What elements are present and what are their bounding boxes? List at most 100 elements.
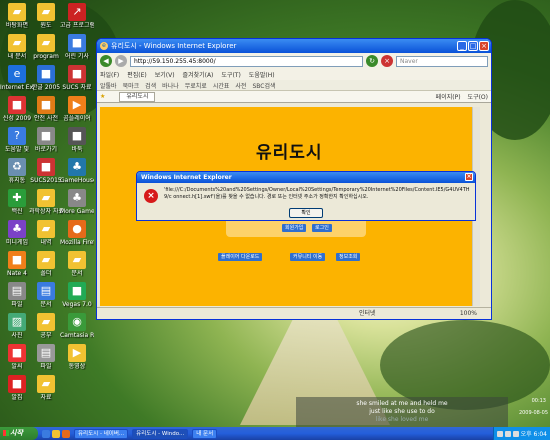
help-icon: ? — [8, 127, 26, 145]
desktop-icon[interactable]: ▶ 곰플레이어 — [60, 96, 94, 122]
ie-icon[interactable] — [42, 429, 50, 438]
address-bar[interactable]: http://59.150.255.45:8000/ — [130, 55, 363, 67]
desktop-icon[interactable]: ▰ 자료 — [29, 375, 63, 401]
dialog-close-button[interactable]: × — [465, 173, 473, 181]
desktop-icon[interactable]: ●Mozilla Firefox — [60, 220, 94, 246]
app-icon: ■ — [37, 96, 55, 114]
link-item[interactable]: 무료치료 — [185, 81, 207, 90]
desktop-icon[interactable]: ▰ 내역 — [29, 220, 63, 246]
desktop-icon[interactable]: ■ 바로가기 — [29, 127, 63, 153]
desktop-icon[interactable]: ▰ program — [29, 34, 63, 60]
desktop-icon[interactable]: ■ SUCS 자료 — [60, 65, 94, 91]
link-item[interactable]: 시간표 — [213, 81, 230, 90]
folder-icon: ▰ — [37, 189, 55, 207]
desktop-icon[interactable]: ▰ 문서 — [60, 251, 94, 277]
menu-item[interactable]: 도구(T) — [221, 70, 240, 79]
link-item[interactable]: 북마크 — [123, 81, 140, 90]
file-icon: ▤ — [37, 282, 55, 300]
forward-button[interactable]: ▶ — [115, 55, 127, 67]
favorites-star-icon[interactable]: ★ — [100, 93, 105, 100]
ok-button[interactable]: 확인 — [289, 208, 323, 218]
menu-item[interactable]: 즐겨찾기(A) — [183, 70, 214, 79]
desktop-icon[interactable]: ♣GameHouse Studios — [60, 158, 94, 184]
menu-item[interactable]: 보기(V) — [155, 70, 175, 79]
link-item[interactable]: 바나나 — [162, 81, 179, 90]
app-icon: ■ — [37, 127, 55, 145]
community-link[interactable]: 커뮤니티 이동 — [290, 253, 326, 261]
desktop-icon-label: 문서 — [71, 270, 83, 277]
desktop-icon[interactable]: ◉Camtasia Recorder — [60, 313, 94, 339]
desktop-icon[interactable]: ■ 안전 사전 — [29, 96, 63, 122]
start-label: 시작 — [10, 429, 23, 437]
info-link[interactable]: 정보조회 — [336, 253, 361, 261]
player-download-link[interactable]: 플레이어 다운로드 — [218, 253, 263, 261]
app-icon: ■ — [8, 375, 26, 393]
taskbar-button[interactable]: 유리도시 - Windo... — [132, 428, 189, 439]
network-icon[interactable] — [496, 430, 503, 437]
menu-item[interactable]: 도움말(H) — [249, 70, 275, 79]
ie-title-bar[interactable]: e 유리도시 - Windows Internet Explorer _ □ × — [97, 39, 491, 53]
desktop-icon-label: 폴더 — [40, 270, 52, 277]
zoom-level[interactable]: 100% — [460, 308, 477, 319]
desktop-icon[interactable]: ■ 한글 2005 — [29, 65, 63, 91]
app-icon: ■ — [68, 34, 86, 52]
folder-icon[interactable] — [52, 429, 60, 438]
stop-button[interactable]: × — [381, 55, 393, 67]
desktop-icon[interactable]: ▤ 파일 — [29, 344, 63, 370]
taskbar-button[interactable]: 유리도시 - 네이버... — [74, 428, 129, 439]
firefox-icon[interactable] — [62, 429, 70, 438]
toolbar-item[interactable]: 도구(O) — [468, 92, 488, 101]
desktop-icon-label: Vegas 7.0 — [62, 301, 92, 308]
desktop-icon[interactable]: ♣More Games at — [60, 189, 94, 215]
desktop-icon[interactable]: ↗ 고급 프로그램 — [60, 3, 94, 29]
error-dialog[interactable]: Windows Internet Explorer × × 'file:///C… — [136, 171, 476, 221]
file-icon: ▤ — [37, 344, 55, 362]
tab-yurido[interactable]: 유리도시 — [119, 91, 156, 102]
desktop-icon-label: 곰플레이어 — [63, 115, 91, 122]
maximize-button[interactable]: □ — [468, 41, 478, 51]
minimize-button[interactable]: _ — [457, 41, 467, 51]
dialog-title: Windows Internet Explorer × — [137, 172, 475, 183]
back-button[interactable]: ◀ — [100, 55, 112, 67]
desktop-icon[interactable]: ■ Vegas 7.0 — [60, 282, 94, 308]
link-item[interactable]: 검색 — [145, 81, 156, 90]
signup-button[interactable]: 회원가입 — [282, 224, 307, 232]
login-button[interactable]: 로그인 — [312, 224, 332, 232]
menu-item[interactable]: 파일(F) — [100, 70, 119, 79]
folder-icon: ▰ — [37, 3, 55, 21]
desktop-icon[interactable]: ■ 어린 기사 — [60, 34, 94, 60]
antivirus-icon[interactable] — [512, 430, 519, 437]
desktop-icon-label: 고급 프로그램 — [60, 22, 94, 29]
link-item[interactable]: 알툴바 — [100, 81, 117, 90]
desktop-icon-label: SUCS2015 — [30, 177, 62, 184]
close-button[interactable]: × — [479, 41, 489, 51]
desktop-icon-label: 바둑 — [71, 146, 83, 153]
desktop-icon[interactable]: ▰ 과학상자 자료 — [29, 189, 63, 215]
desktop-icon[interactable]: ▰ 공부 — [29, 313, 63, 339]
start-button[interactable]: 시작 — [0, 427, 38, 440]
link-item[interactable]: SBC검색 — [252, 81, 275, 90]
menu-bar: 파일(F) 편집(E) 보기(V) 즐겨찾기(A) 도구(T) 도움말(H) — [97, 69, 491, 80]
links-bar: 알툴바 북마크 검색 바나나 무료치료 시간표 사전 SBC검색 — [97, 80, 491, 91]
app-icon: ■ — [68, 282, 86, 300]
toolbar-item[interactable]: 페이지(P) — [436, 92, 461, 101]
app-icon: ■ — [68, 65, 86, 83]
menu-item[interactable]: 편집(E) — [127, 70, 147, 79]
desktop-icon[interactable]: ▰ 원도 — [29, 3, 63, 29]
clock: 오후 6:04 — [520, 431, 547, 438]
recorder-icon: ◉ — [68, 313, 86, 331]
game-icon: ♣ — [8, 220, 26, 238]
desktop-icon[interactable]: ■ 바둑 — [60, 127, 94, 153]
desktop-icon[interactable]: ■ SUCS2015 — [29, 158, 63, 184]
desktop-icon[interactable]: ▰ 폴더 — [29, 251, 63, 277]
ie-title: 유리도시 - Windows Internet Explorer — [111, 42, 237, 50]
search-input[interactable]: Naver — [396, 55, 488, 67]
app-icon: ■ — [8, 96, 26, 114]
volume-icon[interactable] — [504, 430, 511, 437]
taskbar-button[interactable]: 내 문서 — [192, 428, 218, 439]
desktop-icon[interactable]: ▶ 동영상 — [60, 344, 94, 370]
link-item[interactable]: 사전 — [235, 81, 246, 90]
desktop-icon-label: 자료 — [40, 394, 52, 401]
refresh-button[interactable]: ↻ — [366, 55, 378, 67]
desktop-icon[interactable]: ▤ 문서 — [29, 282, 63, 308]
